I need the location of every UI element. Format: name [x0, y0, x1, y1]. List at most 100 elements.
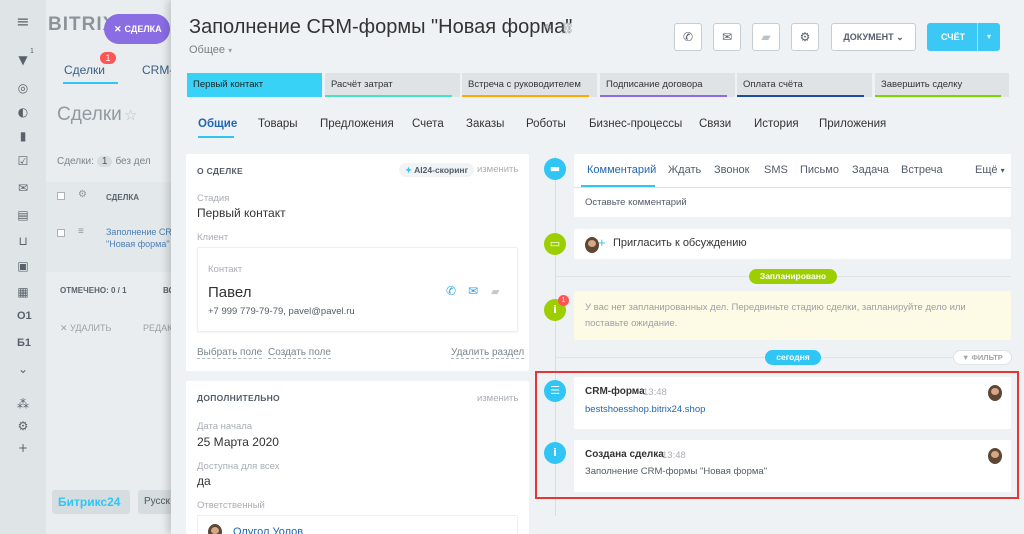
- tab-invoices[interactable]: Счета: [412, 118, 444, 130]
- mail-icon[interactable]: ✉: [15, 180, 31, 196]
- phone-icon[interactable]: ✆: [446, 284, 456, 298]
- ctab-underline: [581, 185, 655, 187]
- chart-icon[interactable]: ▮: [15, 128, 31, 144]
- stage-payment[interactable]: Оплата счёта: [737, 73, 872, 97]
- planned-pill: Запланировано: [749, 269, 837, 284]
- select-field-link[interactable]: Выбрать поле: [197, 347, 263, 359]
- document-button[interactable]: ДОКУМЕНТ ⌄: [831, 23, 916, 51]
- additional-change-link[interactable]: изменить: [477, 393, 518, 404]
- cart-icon[interactable]: ⊔: [15, 233, 31, 249]
- settings-button[interactable]: ⚙: [791, 23, 819, 51]
- ctab-task[interactable]: Задача: [852, 164, 889, 176]
- stage-first-contact[interactable]: Первый контакт: [187, 73, 322, 97]
- stage-cost-calc[interactable]: Расчёт затрат: [325, 73, 460, 97]
- bg-tab-underline: [63, 82, 118, 84]
- mail-icon[interactable]: ✉: [468, 284, 478, 298]
- star-icon[interactable]: ☆: [124, 106, 137, 124]
- menu-icon[interactable]: ≡: [15, 14, 31, 30]
- chat-icon[interactable]: ▰: [491, 285, 499, 298]
- comment-icon: ▬: [544, 158, 566, 180]
- comment-input[interactable]: Оставьте комментарий: [585, 197, 687, 208]
- filter-icon[interactable]: ▼: [15, 52, 31, 68]
- ctab-email[interactable]: Письмо: [800, 164, 839, 176]
- bg-row-deal[interactable]: Заполнение CR "Новая форма": [106, 226, 176, 250]
- page-title: Заполнение CRM-формы "Новая форма": [189, 16, 573, 38]
- chevron-down-icon: ▾: [986, 32, 991, 41]
- stage-label: Встреча с руководителем: [468, 79, 581, 90]
- tab-apps[interactable]: Приложения: [819, 118, 886, 130]
- stage-finish[interactable]: Завершить сделку: [875, 73, 1009, 97]
- stage-meeting[interactable]: Встреча с руководителем: [462, 73, 597, 97]
- ctab-wait[interactable]: Ждать: [668, 164, 701, 176]
- filter-label: ФИЛЬТР: [971, 353, 1003, 362]
- tab-orders[interactable]: Заказы: [466, 118, 504, 130]
- category-select[interactable]: Общее ▾: [189, 44, 232, 56]
- create-field-link[interactable]: Создать поле: [268, 347, 331, 359]
- ctab-meeting[interactable]: Встреча: [901, 164, 943, 176]
- tab-links[interactable]: Связи: [699, 118, 731, 130]
- available-value: да: [197, 474, 211, 488]
- ctab-call[interactable]: Звонок: [714, 164, 750, 176]
- deal-slider: Заполнение CRM-формы "Новая форма" ✎ ⛓ О…: [171, 0, 1024, 534]
- leftbar-text-2[interactable]: Б1: [17, 337, 31, 349]
- moon-icon[interactable]: ◐: [15, 104, 31, 120]
- bg-edit-label[interactable]: РЕДАК: [143, 323, 172, 333]
- link-icon[interactable]: ⛓: [560, 22, 574, 35]
- contact-name[interactable]: Павел: [208, 284, 252, 301]
- scoring-button[interactable]: ✦ AI24-скоринг: [399, 163, 475, 177]
- mail-button[interactable]: ✉: [713, 23, 741, 51]
- burger-icon[interactable]: ≡: [78, 226, 84, 237]
- responsible-label: Ответственный: [197, 500, 265, 511]
- bg-checkbox[interactable]: [57, 192, 65, 200]
- about-card: О СДЕЛКЕ ✦ AI24-скоринг изменить Стадия …: [186, 154, 529, 371]
- filter-button[interactable]: ▼ ФИЛЬТР: [953, 350, 1012, 365]
- about-change-link[interactable]: изменить: [477, 164, 518, 175]
- ctab-comment[interactable]: Комментарий: [587, 164, 656, 176]
- target-icon[interactable]: ◎: [15, 80, 31, 96]
- chevron-down-icon: ⌄: [896, 32, 904, 42]
- deal-pill-button[interactable]: ✕ СДЕЛКА: [104, 14, 170, 44]
- bg-tab-deals[interactable]: Сделки: [64, 63, 105, 77]
- gear-icon[interactable]: ⚙: [15, 418, 31, 434]
- invoice-dropdown-button[interactable]: ▾: [977, 23, 1000, 51]
- tab-products[interactable]: Товары: [258, 118, 298, 130]
- gear-icon[interactable]: ⚙: [78, 189, 87, 200]
- bg-row-checkbox[interactable]: [57, 229, 65, 237]
- leftbar-text-1[interactable]: О1: [17, 310, 32, 322]
- contact-label: Контакт: [208, 264, 243, 275]
- notice-text: У вас нет запланированных дел. Передвинь…: [585, 302, 966, 329]
- gear-icon: ⚙: [799, 30, 811, 44]
- grid-icon[interactable]: ▦: [15, 284, 31, 300]
- phone-button[interactable]: ✆: [674, 23, 702, 51]
- sitemap-icon[interactable]: ⁂: [15, 396, 31, 412]
- doc-icon[interactable]: ▤: [15, 207, 31, 223]
- ctab-sms[interactable]: SMS: [764, 164, 788, 176]
- tab-general[interactable]: Общие: [198, 118, 237, 130]
- stage-contract[interactable]: Подписание договора: [600, 73, 735, 97]
- bg-delete-button[interactable]: ✕ УДАЛИТЬ: [60, 323, 111, 334]
- sparkle-icon: ✦: [405, 165, 415, 175]
- phone-icon: ✆: [682, 30, 694, 44]
- responsible-name[interactable]: Олугол Уолов: [233, 526, 303, 534]
- calendar-icon[interactable]: ▣: [15, 258, 31, 274]
- invite-card[interactable]: + Пригласить к обсуждению: [574, 229, 1011, 259]
- pencil-icon[interactable]: ✎: [544, 22, 553, 35]
- bg-tab-crm[interactable]: CRM-: [142, 63, 173, 77]
- tab-quotes[interactable]: Предложения: [320, 118, 394, 130]
- plus-icon[interactable]: +: [15, 440, 31, 456]
- stage-color-bar: [875, 95, 1001, 97]
- chat-button[interactable]: ▰: [752, 23, 780, 51]
- chevron-down-icon[interactable]: ⌄: [15, 361, 31, 377]
- ctab-more[interactable]: Ещё ▾: [975, 164, 1005, 176]
- divider: [574, 187, 1011, 188]
- tab-business-processes[interactable]: Бизнес-процессы: [589, 118, 682, 130]
- delete-section-link[interactable]: Удалить раздел: [451, 347, 525, 359]
- contact-box: Контакт Павел +7 999 779-79-79, pavel@pa…: [197, 247, 518, 332]
- tab-active-underline: [198, 136, 234, 138]
- checkbox-icon[interactable]: ☑: [15, 153, 31, 169]
- chevron-down-icon: ▾: [228, 46, 233, 55]
- bg-page-title: Сделки: [57, 104, 122, 125]
- tab-robots[interactable]: Роботы: [526, 118, 566, 130]
- bg-selected: ОТМЕЧЕНО: 0 / 1: [60, 286, 127, 295]
- tab-history[interactable]: История: [754, 118, 799, 130]
